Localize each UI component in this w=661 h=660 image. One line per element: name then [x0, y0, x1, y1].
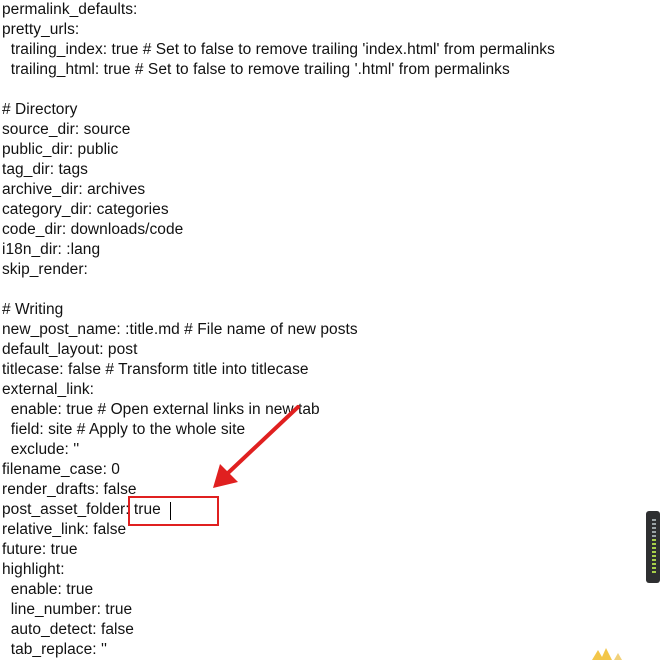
code-line: tag_dir: tags: [2, 161, 88, 178]
code-line: field: site # Apply to the whole site: [2, 421, 246, 438]
code-line: code_dir: downloads/code: [2, 221, 184, 238]
code-line: auto_detect: false: [2, 621, 134, 638]
code-line: relative_link: false: [2, 521, 127, 538]
code-line: enable: true: [2, 581, 94, 598]
mascot-icon: [592, 648, 622, 660]
code-line: future: true: [2, 541, 78, 558]
code-line: new_post_name: :title.md # File name of …: [2, 321, 358, 338]
code-line: trailing_html: true # Set to false to re…: [2, 61, 510, 78]
code-line: enable: true # Open external links in ne…: [2, 401, 320, 418]
code-line: archive_dir: archives: [2, 181, 146, 198]
code-line: # Directory: [2, 101, 78, 118]
code-line: tab_replace: '': [2, 641, 107, 658]
code-line: # Writing: [2, 301, 64, 318]
code-line: filename_case: 0: [2, 461, 120, 478]
scroll-indicator-widget[interactable]: [646, 511, 660, 583]
code-line: pretty_urls:: [2, 21, 80, 38]
code-line: line_number: true: [2, 601, 133, 618]
code-line: skip_render:: [2, 261, 88, 278]
config-text-editor[interactable]: permalink_defaults: pretty_urls: trailin…: [2, 0, 642, 660]
code-line: highlight:: [2, 561, 65, 578]
code-line: permalink_defaults:: [2, 1, 138, 18]
code-line: trailing_index: true # Set to false to r…: [2, 41, 555, 58]
code-line: titlecase: false # Transform title into …: [2, 361, 309, 378]
code-line: category_dir: categories: [2, 201, 169, 218]
post-asset-folder-line: post_asset_folder: true: [2, 501, 161, 518]
code-line: render_drafts: false: [2, 481, 137, 498]
code-line: i18n_dir: :lang: [2, 241, 101, 258]
code-line: default_layout: post: [2, 341, 138, 358]
code-line: public_dir: public: [2, 141, 119, 158]
code-line: source_dir: source: [2, 121, 131, 138]
highlight-box: [128, 496, 219, 526]
code-line: external_link:: [2, 381, 95, 398]
code-line: exclude: '': [2, 441, 80, 458]
